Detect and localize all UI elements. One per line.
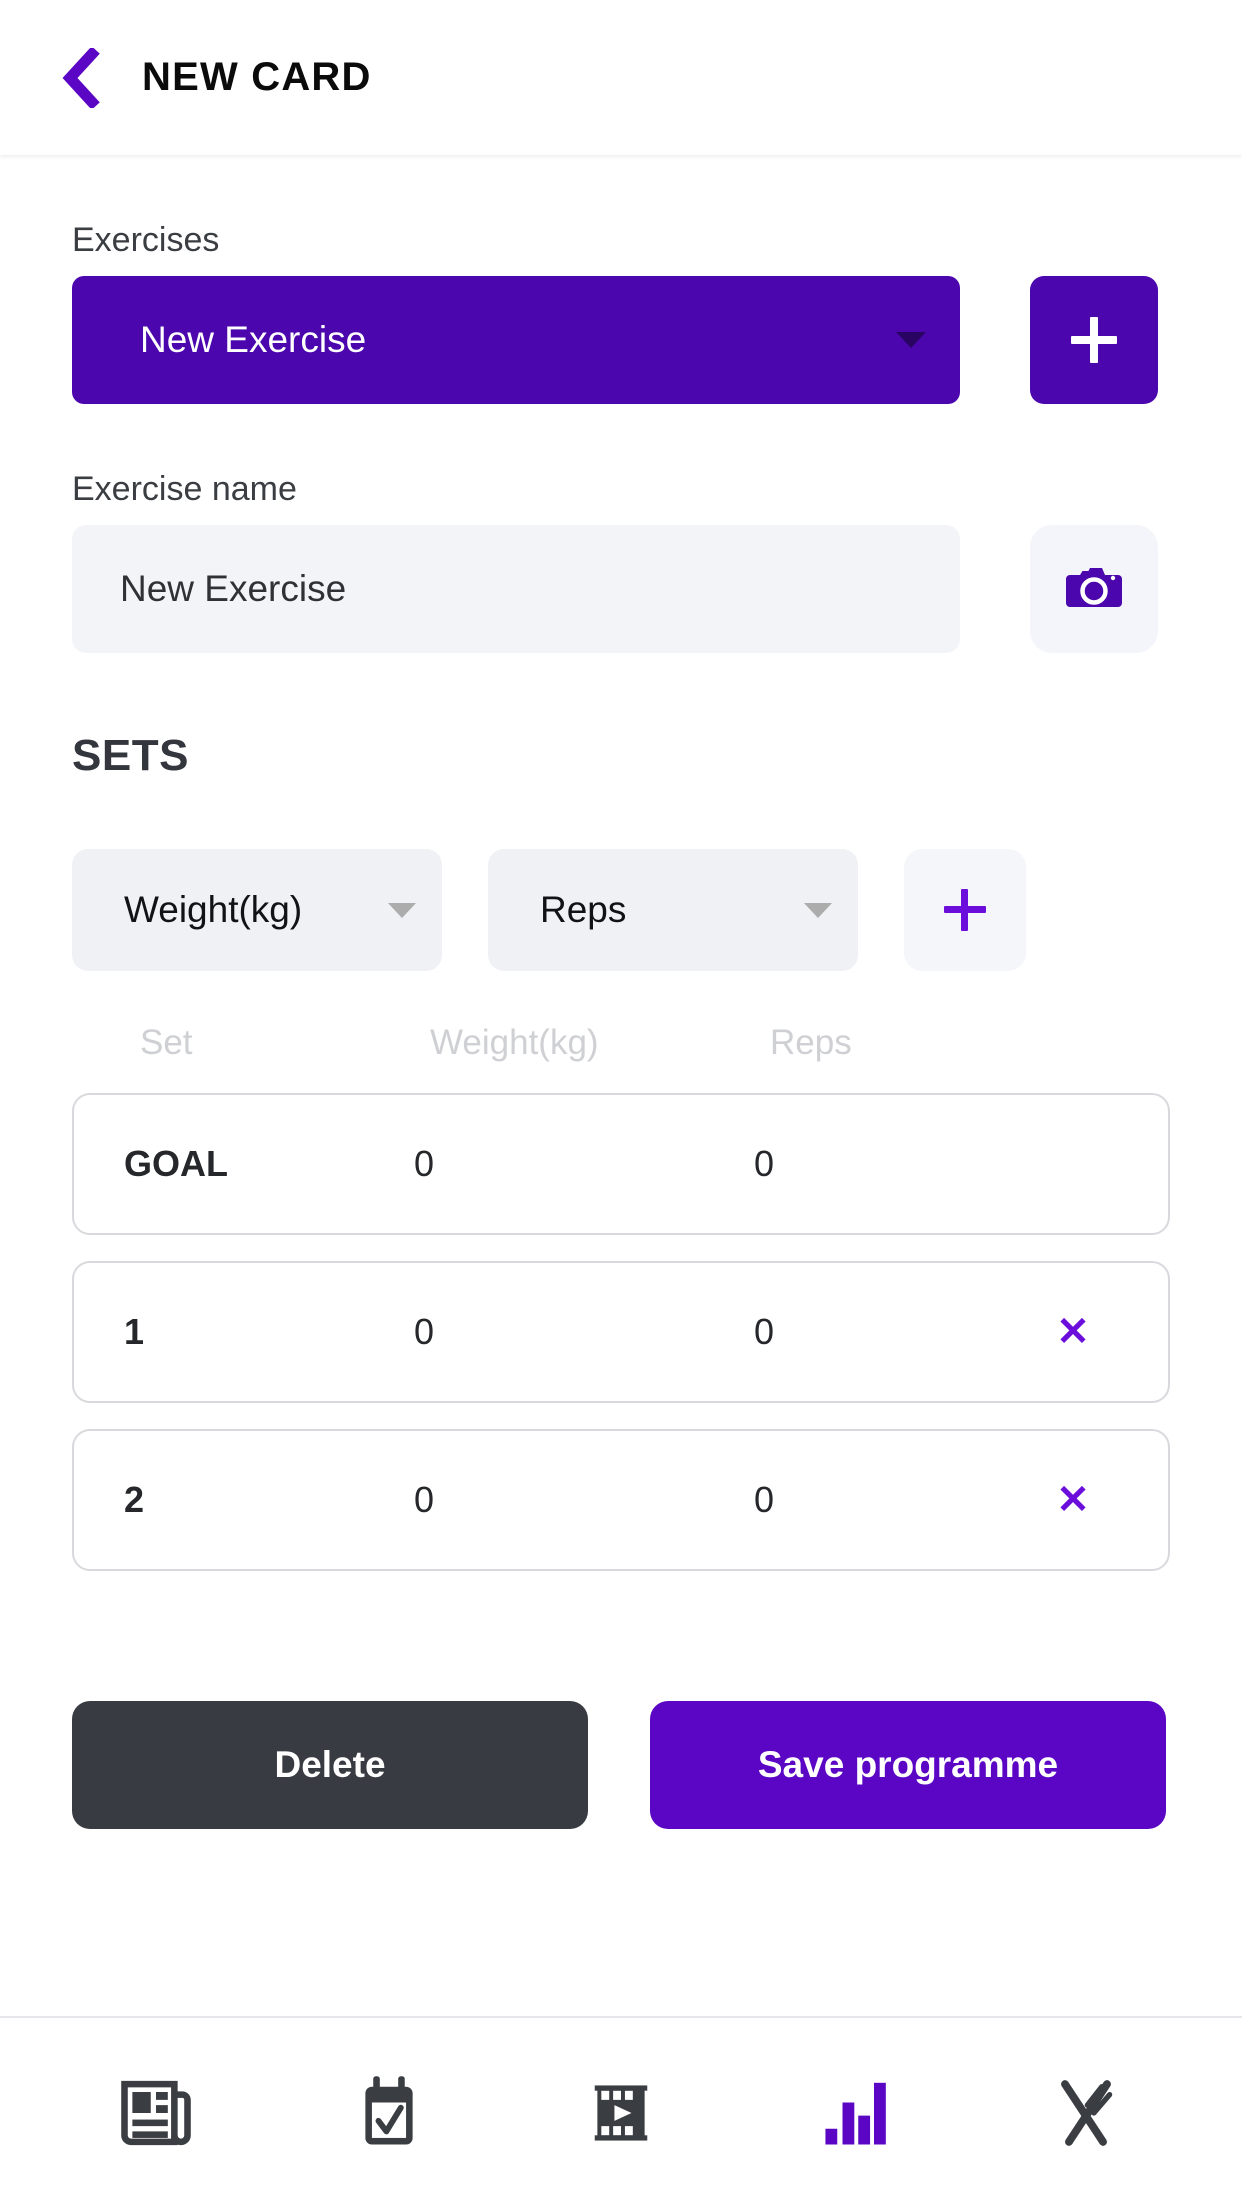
- calendar-check-icon: [364, 2076, 413, 2145]
- column-header-set: Set: [140, 1023, 193, 1062]
- nav-item-calendar[interactable]: [329, 2053, 449, 2173]
- table-row[interactable]: 2 0 0 ✕: [72, 1429, 1170, 1571]
- exercises-label: Exercises: [72, 221, 220, 259]
- cutlery-icon: [1060, 2080, 1112, 2146]
- chevron-down-icon: [388, 902, 416, 918]
- screen-root: NEW CARD Exercises New Exercise Exercise…: [0, 0, 1242, 2208]
- nav-item-video[interactable]: [561, 2053, 681, 2173]
- cell-set: GOAL: [124, 1143, 228, 1184]
- camera-icon: [1066, 568, 1122, 607]
- camera-button[interactable]: [1030, 525, 1158, 653]
- nav-item-stats[interactable]: [793, 2053, 913, 2173]
- cell-actions: ✕: [1024, 1312, 1168, 1352]
- cell-set: 1: [124, 1311, 145, 1352]
- film-icon: [594, 2085, 648, 2141]
- column-header-weight: Weight(kg): [430, 1023, 599, 1062]
- cell-actions: ✕: [1024, 1480, 1168, 1520]
- column-header-reps: Reps: [770, 1023, 852, 1062]
- metric-two-value: Reps: [540, 889, 627, 930]
- metric-one-value: Weight(kg): [124, 889, 303, 930]
- cell-weight[interactable]: 0: [414, 1311, 754, 1353]
- newspaper-icon: [121, 2080, 191, 2146]
- exercises-row: New Exercise: [72, 276, 1170, 404]
- cell-weight[interactable]: 0: [414, 1479, 754, 1521]
- sets-table-header: Set Weight(kg) Reps: [72, 1023, 1170, 1063]
- cell-reps[interactable]: 0: [754, 1143, 1024, 1185]
- cell-reps[interactable]: 0: [754, 1311, 1024, 1353]
- action-buttons: Delete Save programme: [72, 1701, 1170, 1829]
- chevron-down-icon: [896, 332, 926, 348]
- plus-icon: [1071, 317, 1117, 363]
- table-row[interactable]: 1 0 0 ✕: [72, 1261, 1170, 1403]
- cell-weight[interactable]: 0: [414, 1143, 754, 1185]
- bottom-navigation: [0, 2016, 1242, 2208]
- remove-set-icon[interactable]: ✕: [1056, 1312, 1090, 1352]
- exercise-name-input[interactable]: New Exercise: [72, 525, 960, 653]
- table-row[interactable]: GOAL 0 0: [72, 1093, 1170, 1235]
- exercise-name-row: New Exercise: [72, 525, 1170, 653]
- nav-item-nutrition[interactable]: [1026, 2053, 1146, 2173]
- plus-icon: [944, 889, 986, 931]
- bar-chart-icon: [825, 2082, 887, 2145]
- sets-controls: Weight(kg) Reps: [72, 849, 1170, 971]
- exercise-name-label: Exercise name: [72, 470, 297, 508]
- delete-button[interactable]: Delete: [72, 1701, 588, 1829]
- add-exercise-button[interactable]: [1030, 276, 1158, 404]
- add-set-button[interactable]: [904, 849, 1026, 971]
- cell-reps[interactable]: 0: [754, 1479, 1024, 1521]
- metric-two-select[interactable]: Reps: [488, 849, 858, 971]
- app-header: NEW CARD: [0, 0, 1242, 155]
- chevron-left-icon: [62, 47, 100, 108]
- exercise-select[interactable]: New Exercise: [72, 276, 960, 404]
- remove-set-icon[interactable]: ✕: [1056, 1480, 1090, 1520]
- back-button[interactable]: [58, 47, 120, 109]
- nav-item-news[interactable]: [96, 2053, 216, 2173]
- page-title: NEW CARD: [142, 55, 372, 99]
- save-programme-button[interactable]: Save programme: [650, 1701, 1166, 1829]
- chevron-down-icon: [804, 902, 832, 918]
- main-content: Exercises New Exercise Exercise name New…: [0, 155, 1242, 2016]
- sets-heading: SETS: [72, 731, 189, 780]
- cell-set: 2: [124, 1479, 145, 1520]
- metric-one-select[interactable]: Weight(kg): [72, 849, 442, 971]
- exercise-select-value: New Exercise: [140, 319, 367, 360]
